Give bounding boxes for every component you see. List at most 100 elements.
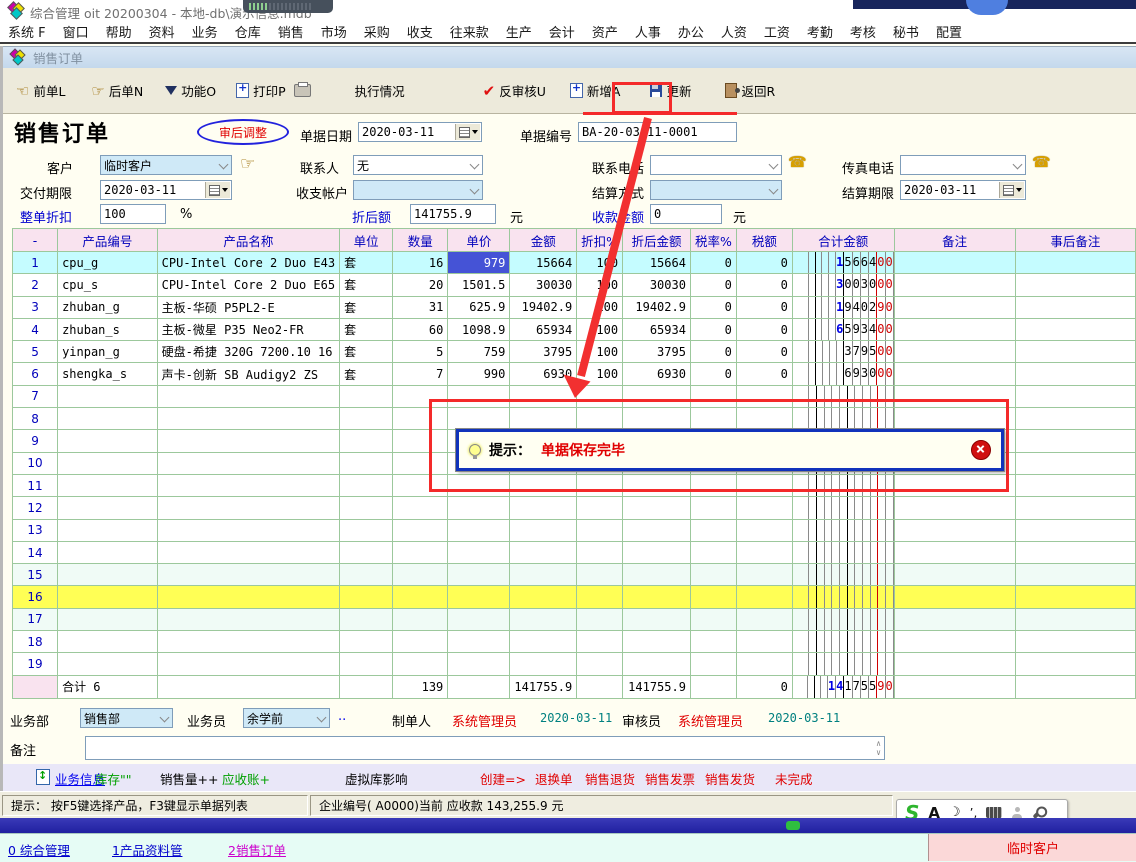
cell-amount[interactable] [510, 586, 577, 608]
cell-price[interactable] [448, 564, 510, 586]
cell-tax-rate[interactable]: 0 [690, 363, 736, 385]
cell-tax-rate[interactable] [690, 385, 736, 407]
cell-product-code[interactable] [58, 608, 158, 630]
cell-after-discount[interactable] [623, 408, 691, 430]
cell-total-amount[interactable] [792, 408, 894, 430]
cell-amount[interactable]: 19402.9 [510, 296, 577, 318]
cell-product-code[interactable] [58, 385, 158, 407]
remark-textarea[interactable]: ∧∨ [85, 736, 885, 760]
doc-date-field[interactable]: 2020-03-11 [358, 122, 482, 142]
cell-post-remark[interactable] [1015, 608, 1135, 630]
menu-item-11[interactable]: 生产 [506, 22, 532, 41]
telephone-icon[interactable]: ☎ [788, 153, 807, 171]
cell-qty[interactable] [393, 385, 448, 407]
cell-remark[interactable] [894, 318, 1015, 340]
cell-post-remark[interactable] [1015, 631, 1135, 653]
ime-settings-wrench-icon[interactable] [1033, 806, 1045, 818]
row-number[interactable]: 15 [13, 564, 58, 586]
pick-customer-hand-icon[interactable]: ☞ [240, 154, 255, 174]
account-combo[interactable] [353, 180, 483, 200]
menu-item-4[interactable]: 业务 [192, 22, 218, 41]
menu-item-18[interactable]: 考勤 [807, 22, 833, 41]
cell-amount[interactable] [510, 497, 577, 519]
cell-product-code[interactable]: yinpan_g [58, 341, 158, 363]
window-tab-1[interactable]: 1产品资料管 [112, 840, 182, 859]
cell-amount[interactable] [510, 474, 577, 496]
cell-discount[interactable] [577, 497, 623, 519]
cell-product-name[interactable] [157, 430, 339, 452]
cell-product-name[interactable] [157, 408, 339, 430]
row-number[interactable]: 17 [13, 608, 58, 630]
quick-link-5[interactable]: 创建=> [480, 769, 526, 788]
cell-post-remark[interactable] [1015, 318, 1135, 340]
quick-link-2[interactable]: 销售量++ [160, 769, 218, 788]
cell-post-remark[interactable] [1015, 385, 1135, 407]
cell-product-code[interactable]: cpu_s [58, 274, 158, 296]
cell-qty[interactable]: 20 [393, 274, 448, 296]
chevron-down-icon[interactable] [1013, 160, 1023, 170]
cell-price[interactable]: 1098.9 [448, 318, 510, 340]
cell-total-amount[interactable]: 3003000 [792, 274, 894, 296]
cell-discount[interactable]: 100 [577, 252, 623, 274]
cell-post-remark[interactable] [1015, 408, 1135, 430]
cell-product-name[interactable]: 声卡-创新 SB Audigy2 ZS [157, 363, 339, 385]
cell-unit[interactable]: 套 [340, 274, 393, 296]
cell-remark[interactable] [894, 363, 1015, 385]
cell-total-amount[interactable] [792, 497, 894, 519]
cell-qty[interactable] [393, 497, 448, 519]
cell-tax[interactable] [736, 497, 792, 519]
cell-unit[interactable]: 套 [340, 363, 393, 385]
chevron-down-icon[interactable] [219, 160, 229, 170]
prev-doc-button[interactable]: ☜ 前单L [16, 81, 65, 100]
cell-unit[interactable] [340, 564, 393, 586]
cell-amount[interactable] [510, 631, 577, 653]
cell-product-name[interactable] [157, 497, 339, 519]
cell-discount[interactable] [577, 519, 623, 541]
cell-after-discount[interactable] [623, 385, 691, 407]
cell-total-amount[interactable] [792, 564, 894, 586]
menu-item-8[interactable]: 采购 [364, 22, 390, 41]
cell-total-amount[interactable] [792, 631, 894, 653]
cell-qty[interactable]: 60 [393, 318, 448, 340]
menu-item-7[interactable]: 市场 [321, 22, 347, 41]
fax-combo[interactable] [900, 155, 1026, 175]
cell-qty[interactable] [393, 519, 448, 541]
cell-product-code[interactable]: zhuban_g [58, 296, 158, 318]
cell-remark[interactable] [894, 608, 1015, 630]
cell-tax[interactable]: 0 [736, 296, 792, 318]
doc-no-field[interactable]: BA-20-03-11-0001 [578, 122, 737, 142]
more-dots-link[interactable]: .. [338, 709, 346, 724]
cell-product-code[interactable] [58, 408, 158, 430]
cell-post-remark[interactable] [1015, 296, 1135, 318]
menu-item-14[interactable]: 人事 [635, 22, 661, 41]
cell-qty[interactable]: 7 [393, 363, 448, 385]
cell-remark[interactable] [894, 385, 1015, 407]
menu-item-10[interactable]: 往来款 [450, 22, 489, 41]
menu-item-1[interactable]: 窗口 [63, 22, 89, 41]
cell-unit[interactable] [340, 519, 393, 541]
cell-post-remark[interactable] [1015, 564, 1135, 586]
cell-post-remark[interactable] [1015, 452, 1135, 474]
chevron-down-icon[interactable] [470, 185, 480, 195]
customer-combo[interactable]: 临时客户 [100, 155, 232, 175]
cell-price[interactable] [448, 586, 510, 608]
cell-product-code[interactable] [58, 653, 158, 675]
chevron-down-icon[interactable] [769, 160, 779, 170]
menu-item-13[interactable]: 资产 [592, 22, 618, 41]
cell-discount[interactable]: 100 [577, 296, 623, 318]
row-number[interactable]: 1 [13, 252, 58, 274]
cell-remark[interactable] [894, 274, 1015, 296]
cell-product-code[interactable] [58, 497, 158, 519]
cell-qty[interactable] [393, 608, 448, 630]
cell-tax[interactable] [736, 474, 792, 496]
cell-amount[interactable] [510, 541, 577, 563]
cell-product-name[interactable]: 硬盘-希捷 320G 7200.10 16 [157, 341, 339, 363]
cell-after-discount[interactable] [623, 497, 691, 519]
cell-unit[interactable] [340, 430, 393, 452]
cell-post-remark[interactable] [1015, 252, 1135, 274]
cell-tax[interactable]: 0 [736, 252, 792, 274]
cell-discount[interactable]: 100 [577, 318, 623, 340]
cell-tax-rate[interactable] [690, 631, 736, 653]
print-button[interactable]: 打印P [236, 81, 286, 100]
salesman-combo[interactable]: 余学前 [243, 708, 330, 728]
